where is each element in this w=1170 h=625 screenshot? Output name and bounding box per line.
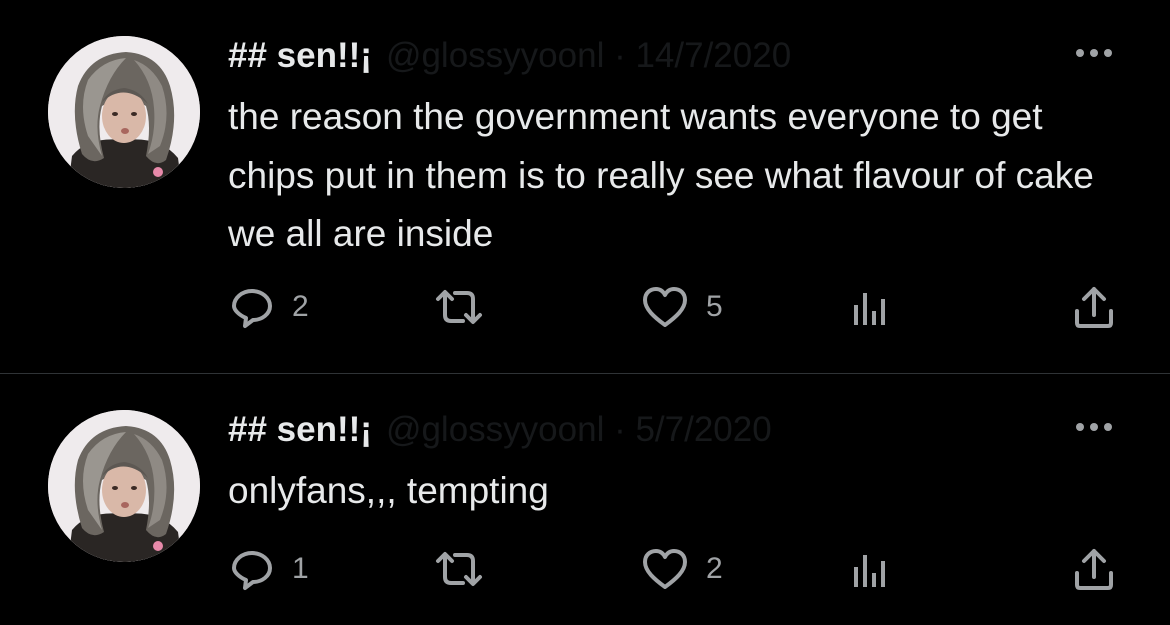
reply-icon (228, 283, 276, 331)
views-icon (848, 545, 892, 593)
reply-count: 1 (292, 552, 309, 585)
tweet-text: the reason the government wants everyone… (228, 96, 1094, 254)
tweet[interactable]: ## sen!!¡ @glossyyoonl · 14/7/2020 the r… (0, 0, 1170, 373)
reply-button[interactable]: 2 (228, 282, 309, 332)
more-icon[interactable] (1070, 43, 1118, 63)
heart-icon (640, 545, 690, 593)
display-name[interactable]: ## sen!!¡ (228, 36, 372, 76)
reply-icon (228, 545, 276, 593)
like-button[interactable]: 5 (640, 282, 723, 332)
tweet-actions: 1 2 (0, 544, 1170, 594)
like-count: 5 (706, 290, 723, 323)
more-icon[interactable] (1070, 417, 1118, 437)
tweet-actions: 2 5 (0, 282, 1170, 332)
share-button[interactable] (1070, 282, 1118, 332)
avatar[interactable] (48, 36, 200, 188)
share-icon (1070, 545, 1118, 593)
reply-button[interactable]: 1 (228, 544, 309, 594)
reply-count: 2 (292, 290, 309, 323)
tweet-header: ## sen!!¡ @glossyyoonl · 14/7/2020 (228, 34, 791, 78)
avatar[interactable] (48, 410, 200, 562)
display-name[interactable]: ## sen!!¡ (228, 410, 372, 450)
retweet-button[interactable] (430, 544, 488, 594)
share-button[interactable] (1070, 544, 1118, 594)
retweet-button[interactable] (430, 282, 488, 332)
heart-icon (640, 283, 690, 331)
handle-and-date[interactable]: @glossyyoonl · 5/7/2020 (386, 410, 772, 450)
tweet[interactable]: ## sen!!¡ @glossyyoonl · 5/7/2020 onlyfa… (0, 374, 1170, 625)
tweet-text: onlyfans,,, tempting (228, 470, 549, 511)
retweet-icon (430, 283, 488, 331)
views-button[interactable] (848, 544, 892, 594)
handle-and-date[interactable]: @glossyyoonl · 14/7/2020 (386, 36, 791, 76)
share-icon (1070, 283, 1118, 331)
tweet-header: ## sen!!¡ @glossyyoonl · 5/7/2020 (228, 408, 772, 452)
like-count: 2 (706, 552, 723, 585)
retweet-icon (430, 545, 488, 593)
like-button[interactable]: 2 (640, 544, 723, 594)
timeline: ## sen!!¡ @glossyyoonl · 14/7/2020 the r… (0, 0, 1170, 625)
views-icon (848, 283, 892, 331)
views-button[interactable] (848, 282, 892, 332)
